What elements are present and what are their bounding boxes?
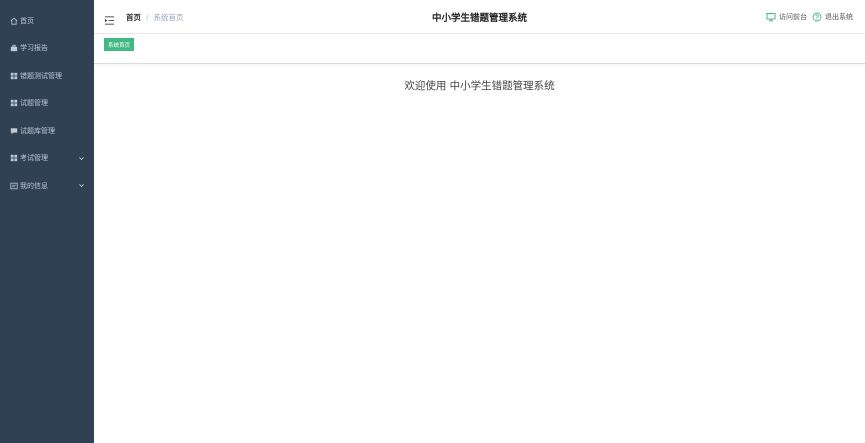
tag-system-home[interactable]: 系统首页 xyxy=(104,38,135,51)
sidebar-item-label: 首页 xyxy=(20,16,34,25)
tags-view: 系统首页 xyxy=(94,34,865,64)
menu-toggle-icon[interactable] xyxy=(104,11,115,25)
sidebar-item-label: 考试管理 xyxy=(20,154,48,163)
sidebar-item-label: 我的信息 xyxy=(20,181,48,190)
sidebar-item-exam-manage[interactable]: 考试管理 xyxy=(0,145,94,173)
sidebar-item-home[interactable]: 首页 xyxy=(0,7,94,35)
sidebar-item-label: 错题测试管理 xyxy=(20,71,62,80)
sidebar-item-label: 试题管理 xyxy=(20,99,48,108)
sidebar: 首页 学习报告 错题测试管理 试题管理 试题库管理 考试管理 我的信息 xyxy=(0,0,94,443)
home-icon xyxy=(9,16,18,25)
chevron-down-icon[interactable] xyxy=(77,182,85,190)
visit-frontend-link[interactable]: 访问前台 xyxy=(766,12,807,22)
sidebar-item-question-manage[interactable]: 试题管理 xyxy=(0,90,94,118)
grid-icon xyxy=(9,99,18,108)
logout-label: 退出系统 xyxy=(825,13,853,21)
sidebar-item-question-bank[interactable]: 试题库管理 xyxy=(0,117,94,145)
logout-link[interactable]: 退出系统 xyxy=(812,12,853,22)
sidebar-item-label: 学习报告 xyxy=(20,44,48,53)
monitor-icon xyxy=(766,12,776,22)
grid-icon xyxy=(9,71,18,80)
breadcrumb-home[interactable]: 首页 xyxy=(126,12,141,23)
main-area: 首页 / 系统首页 中小学生错题管理系统 访问前台 退出系统 系统首页 欢迎使用… xyxy=(94,0,865,443)
comment-icon xyxy=(9,126,18,135)
card-icon xyxy=(9,181,18,190)
breadcrumb-current: 系统首页 xyxy=(153,12,184,22)
sidebar-item-study-report[interactable]: 学习报告 xyxy=(0,35,94,63)
breadcrumb: 首页 / 系统首页 xyxy=(126,0,184,34)
sidebar-item-mistake-test[interactable]: 错题测试管理 xyxy=(0,62,94,90)
chevron-down-icon[interactable] xyxy=(77,154,85,162)
sidebar-item-label: 试题库管理 xyxy=(20,126,55,135)
visit-frontend-label: 访问前台 xyxy=(779,13,807,21)
question-circle-icon xyxy=(812,12,822,22)
welcome-message: 欢迎使用 中小学生错题管理系统 xyxy=(404,80,555,92)
breadcrumb-separator: / xyxy=(146,12,149,22)
grid-icon xyxy=(9,154,18,163)
navbar-actions: 访问前台 退出系统 xyxy=(766,0,853,34)
bag-icon xyxy=(9,44,18,53)
sidebar-item-my-info[interactable]: 我的信息 xyxy=(0,172,94,200)
page-title: 中小学生错题管理系统 xyxy=(431,13,527,24)
navbar: 首页 / 系统首页 中小学生错题管理系统 访问前台 退出系统 xyxy=(94,0,865,34)
